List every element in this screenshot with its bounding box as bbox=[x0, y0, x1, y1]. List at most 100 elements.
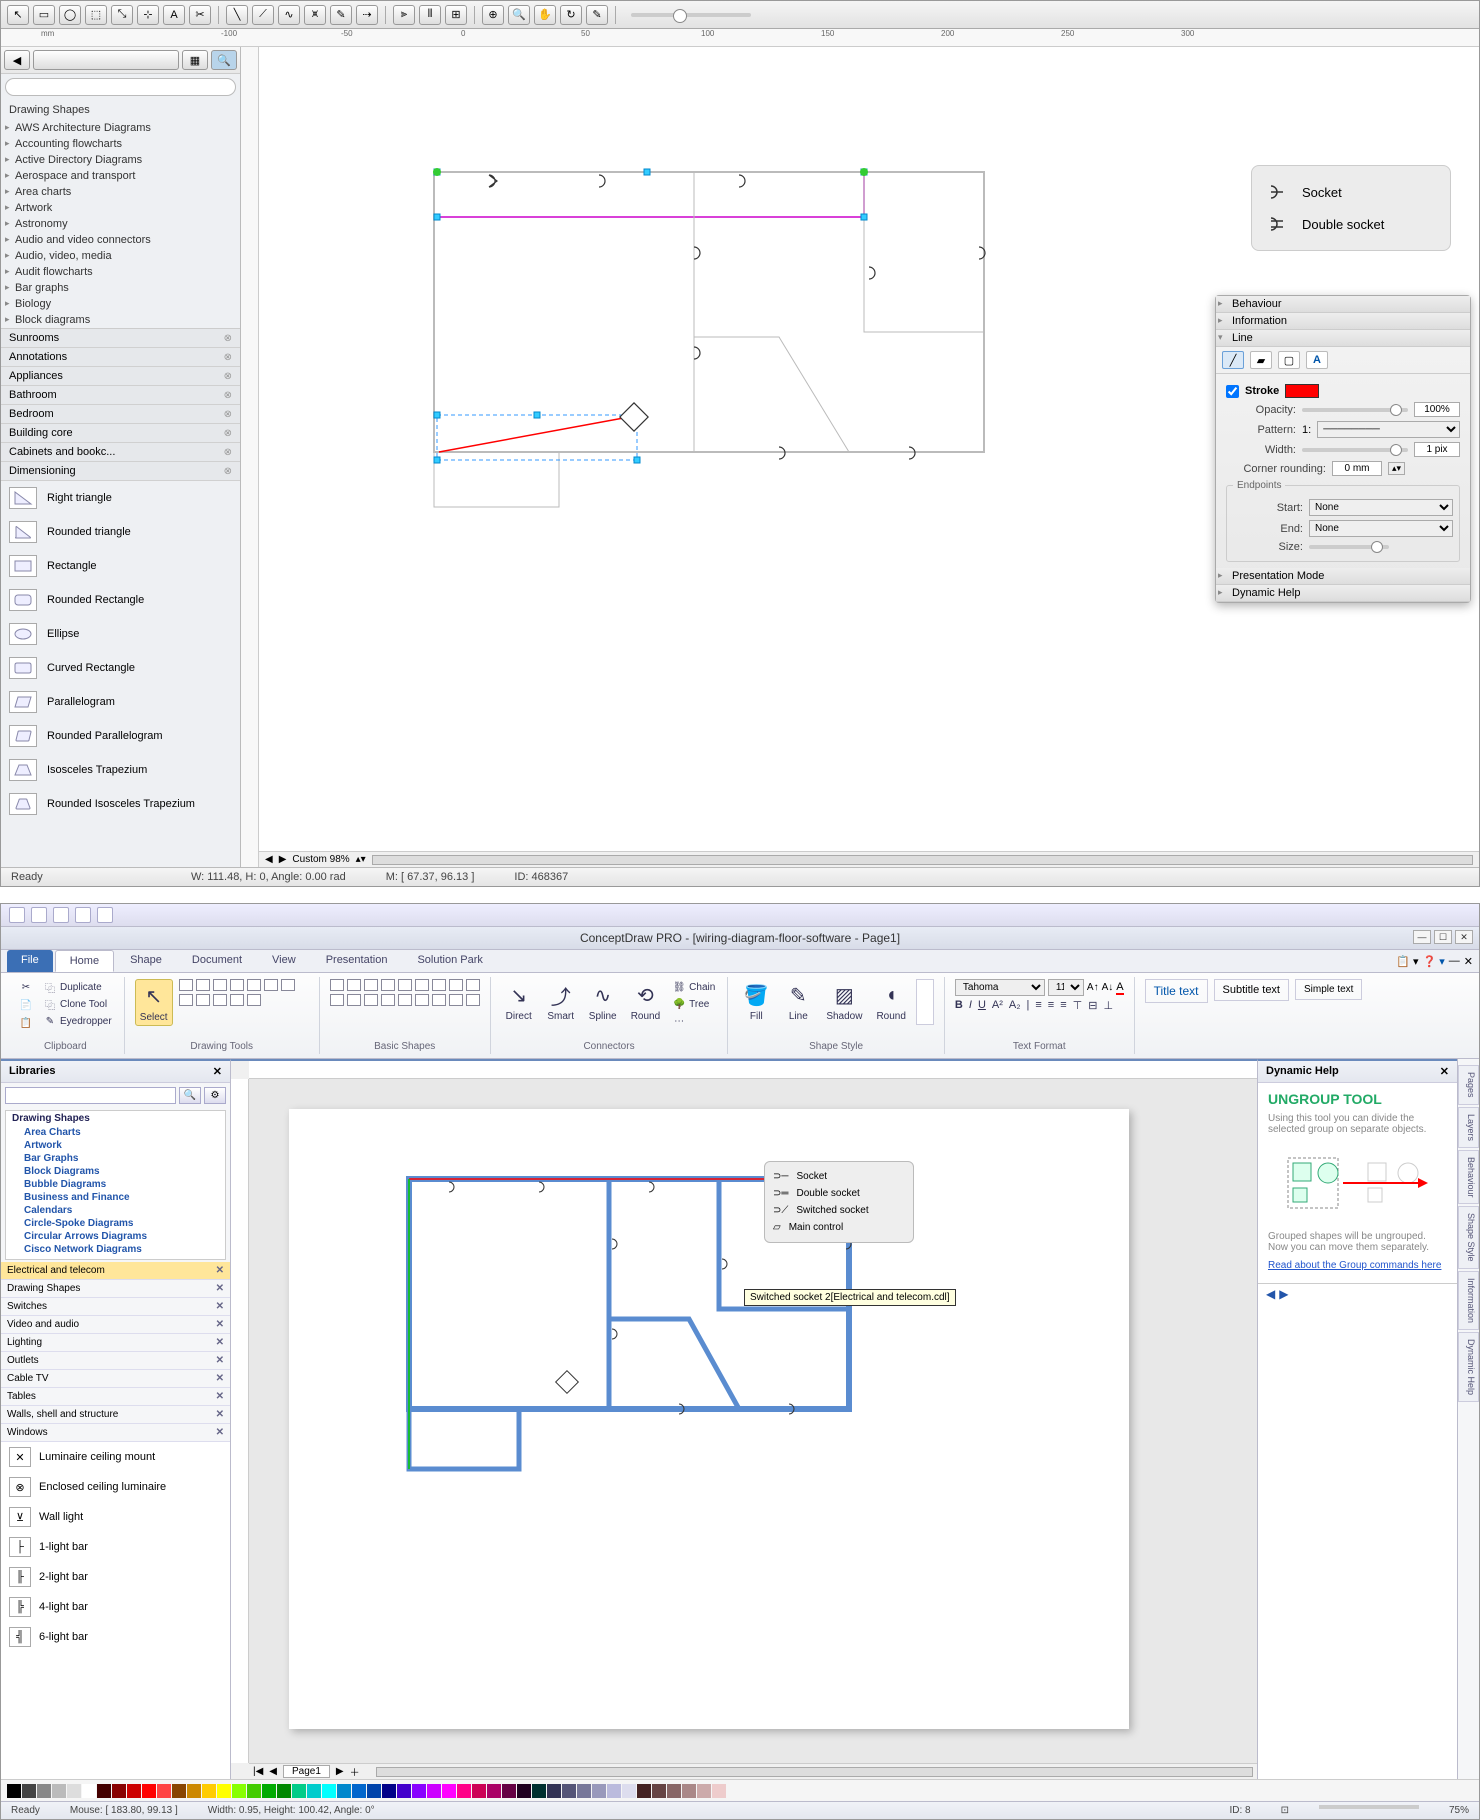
eyedrop-tool[interactable]: ✎ bbox=[586, 5, 608, 25]
sidetab-info[interactable]: Information bbox=[1458, 1271, 1479, 1330]
help-icon[interactable]: ❓ ▾ bbox=[1423, 955, 1445, 968]
shape-item[interactable]: ⊻Wall light bbox=[1, 1502, 230, 1532]
align-tool[interactable]: ⫸ bbox=[393, 5, 415, 25]
zoom-tool[interactable]: 🔍 bbox=[508, 5, 530, 25]
opacity-value[interactable] bbox=[1414, 402, 1460, 417]
align-right[interactable]: ≡ bbox=[1060, 999, 1066, 1012]
panel-section-line[interactable]: Line bbox=[1216, 330, 1470, 347]
library-tab[interactable]: Bathroom⊗ bbox=[1, 386, 240, 405]
color-swatch[interactable] bbox=[532, 1784, 546, 1798]
shape-item[interactable]: Rounded Rectangle bbox=[1, 583, 240, 617]
color-swatch[interactable] bbox=[397, 1784, 411, 1798]
category-item[interactable]: Artwork bbox=[1, 200, 240, 216]
lib-options-btn[interactable]: ⚙ bbox=[204, 1087, 226, 1104]
style-title[interactable]: Title text bbox=[1145, 979, 1208, 1003]
pan-tool[interactable]: ✋ bbox=[534, 5, 556, 25]
library-tab[interactable]: Dimensioning⊗ bbox=[1, 462, 240, 481]
color-swatch[interactable] bbox=[322, 1784, 336, 1798]
color-swatch[interactable] bbox=[97, 1784, 111, 1798]
color-swatch[interactable] bbox=[412, 1784, 426, 1798]
libtab[interactable]: Outlets✕ bbox=[1, 1352, 230, 1370]
color-swatch[interactable] bbox=[487, 1784, 501, 1798]
eyedropper-btn[interactable]: ✎Eyedropper bbox=[41, 1013, 114, 1029]
align-mid[interactable]: ⊟ bbox=[1088, 999, 1097, 1012]
connector-round[interactable]: ⟲Round bbox=[627, 979, 664, 1024]
curve-tool[interactable]: ∿ bbox=[278, 5, 300, 25]
qat-undo[interactable] bbox=[31, 907, 47, 923]
color-swatch[interactable] bbox=[442, 1784, 456, 1798]
sidetab-behaviour[interactable]: Behaviour bbox=[1458, 1150, 1479, 1205]
tree-item[interactable]: Cisco Network Diagrams bbox=[6, 1243, 225, 1256]
color-swatch[interactable] bbox=[367, 1784, 381, 1798]
category-item[interactable]: Block diagrams bbox=[1, 312, 240, 328]
category-item[interactable]: Bar graphs bbox=[1, 280, 240, 296]
endpoint-end[interactable]: None bbox=[1309, 520, 1453, 537]
libtab[interactable]: Electrical and telecom✕ bbox=[1, 1262, 230, 1280]
pattern-select[interactable]: ──────── bbox=[1317, 421, 1460, 438]
color-swatch[interactable] bbox=[607, 1784, 621, 1798]
libtab[interactable]: Walls, shell and structure✕ bbox=[1, 1406, 230, 1424]
lib-search-btn[interactable]: 🔍 bbox=[179, 1087, 201, 1104]
shape-item[interactable]: Curved Rectangle bbox=[1, 651, 240, 685]
shadow-tab[interactable]: ▢ bbox=[1278, 351, 1300, 369]
tree-item[interactable]: Calendars bbox=[6, 1204, 225, 1217]
crop-tool[interactable]: ✂ bbox=[189, 5, 211, 25]
panel-section-presentation[interactable]: Presentation Mode bbox=[1216, 568, 1470, 585]
color-swatch[interactable] bbox=[472, 1784, 486, 1798]
basic-shapes-palette[interactable] bbox=[330, 979, 480, 1006]
maximize-btn[interactable]: ☐ bbox=[1434, 930, 1452, 944]
paste-btn[interactable]: 📋 bbox=[17, 1015, 35, 1031]
tab-solution[interactable]: Solution Park bbox=[403, 950, 496, 972]
floorplan-drawing[interactable] bbox=[429, 167, 989, 547]
shape-item[interactable]: Rounded triangle bbox=[1, 515, 240, 549]
shape-item[interactable]: Rectangle bbox=[1, 549, 240, 583]
group-tool[interactable]: ⊞ bbox=[445, 5, 467, 25]
style-gallery[interactable] bbox=[916, 979, 934, 1025]
align-center[interactable]: ≡ bbox=[1048, 999, 1054, 1012]
ribbon-min[interactable]: — bbox=[1449, 955, 1460, 967]
shape-item[interactable]: Isosceles Trapezium bbox=[1, 753, 240, 787]
tree-item[interactable]: Area Charts bbox=[6, 1126, 225, 1139]
zoom-slider[interactable] bbox=[631, 13, 751, 17]
connector-spline[interactable]: ∿Spline bbox=[585, 979, 621, 1024]
sidetab-pages[interactable]: Pages bbox=[1458, 1065, 1479, 1105]
tab-shape[interactable]: Shape bbox=[116, 950, 176, 972]
tree-item[interactable]: Bar Graphs bbox=[6, 1152, 225, 1165]
color-bar[interactable] bbox=[1, 1779, 1479, 1801]
category-item[interactable]: Audio, video, media bbox=[1, 248, 240, 264]
round-btn[interactable]: ◖Round bbox=[872, 979, 909, 1024]
tab-document[interactable]: Document bbox=[178, 950, 256, 972]
panel-section-help[interactable]: Dynamic Help bbox=[1216, 585, 1470, 602]
font-color[interactable]: A bbox=[1116, 981, 1123, 995]
node-tool[interactable]: ⬚ bbox=[85, 5, 107, 25]
color-swatch[interactable] bbox=[142, 1784, 156, 1798]
color-swatch[interactable] bbox=[247, 1784, 261, 1798]
width-value[interactable] bbox=[1414, 442, 1460, 457]
align-left[interactable]: ≡ bbox=[1035, 999, 1041, 1012]
color-swatch[interactable] bbox=[547, 1784, 561, 1798]
help-next[interactable]: ▶ bbox=[1279, 1287, 1288, 1301]
page-first[interactable]: |◀ bbox=[253, 1766, 263, 1777]
text-tab[interactable]: A bbox=[1306, 351, 1328, 369]
help-close[interactable]: ✕ bbox=[1440, 1065, 1449, 1078]
color-swatch[interactable] bbox=[667, 1784, 681, 1798]
color-swatch[interactable] bbox=[172, 1784, 186, 1798]
shape-item[interactable]: Right triangle bbox=[1, 481, 240, 515]
sub-btn[interactable]: A₂ bbox=[1009, 999, 1021, 1012]
font-family[interactable]: Tahoma bbox=[955, 979, 1045, 996]
connector-direct[interactable]: ↘Direct bbox=[501, 979, 537, 1024]
tab-view[interactable]: View bbox=[258, 950, 310, 972]
color-swatch[interactable] bbox=[652, 1784, 666, 1798]
polyline-tool[interactable]: ⩙ bbox=[304, 5, 326, 25]
align-bot[interactable]: ⊥ bbox=[1103, 999, 1113, 1012]
libtab[interactable]: Windows✕ bbox=[1, 1424, 230, 1442]
cut-btn[interactable]: ✂ bbox=[17, 979, 35, 995]
shape-item[interactable]: Rounded Isosceles Trapezium bbox=[1, 787, 240, 821]
panel-section-information[interactable]: Information bbox=[1216, 313, 1470, 330]
color-swatch[interactable] bbox=[232, 1784, 246, 1798]
category-item[interactable]: Aerospace and transport bbox=[1, 168, 240, 184]
font-size[interactable]: 11 bbox=[1048, 979, 1084, 996]
shape-item[interactable]: ⊗Enclosed ceiling luminaire bbox=[1, 1472, 230, 1502]
qat-save[interactable] bbox=[9, 907, 25, 923]
connector-tool[interactable]: ⤡ bbox=[111, 5, 133, 25]
